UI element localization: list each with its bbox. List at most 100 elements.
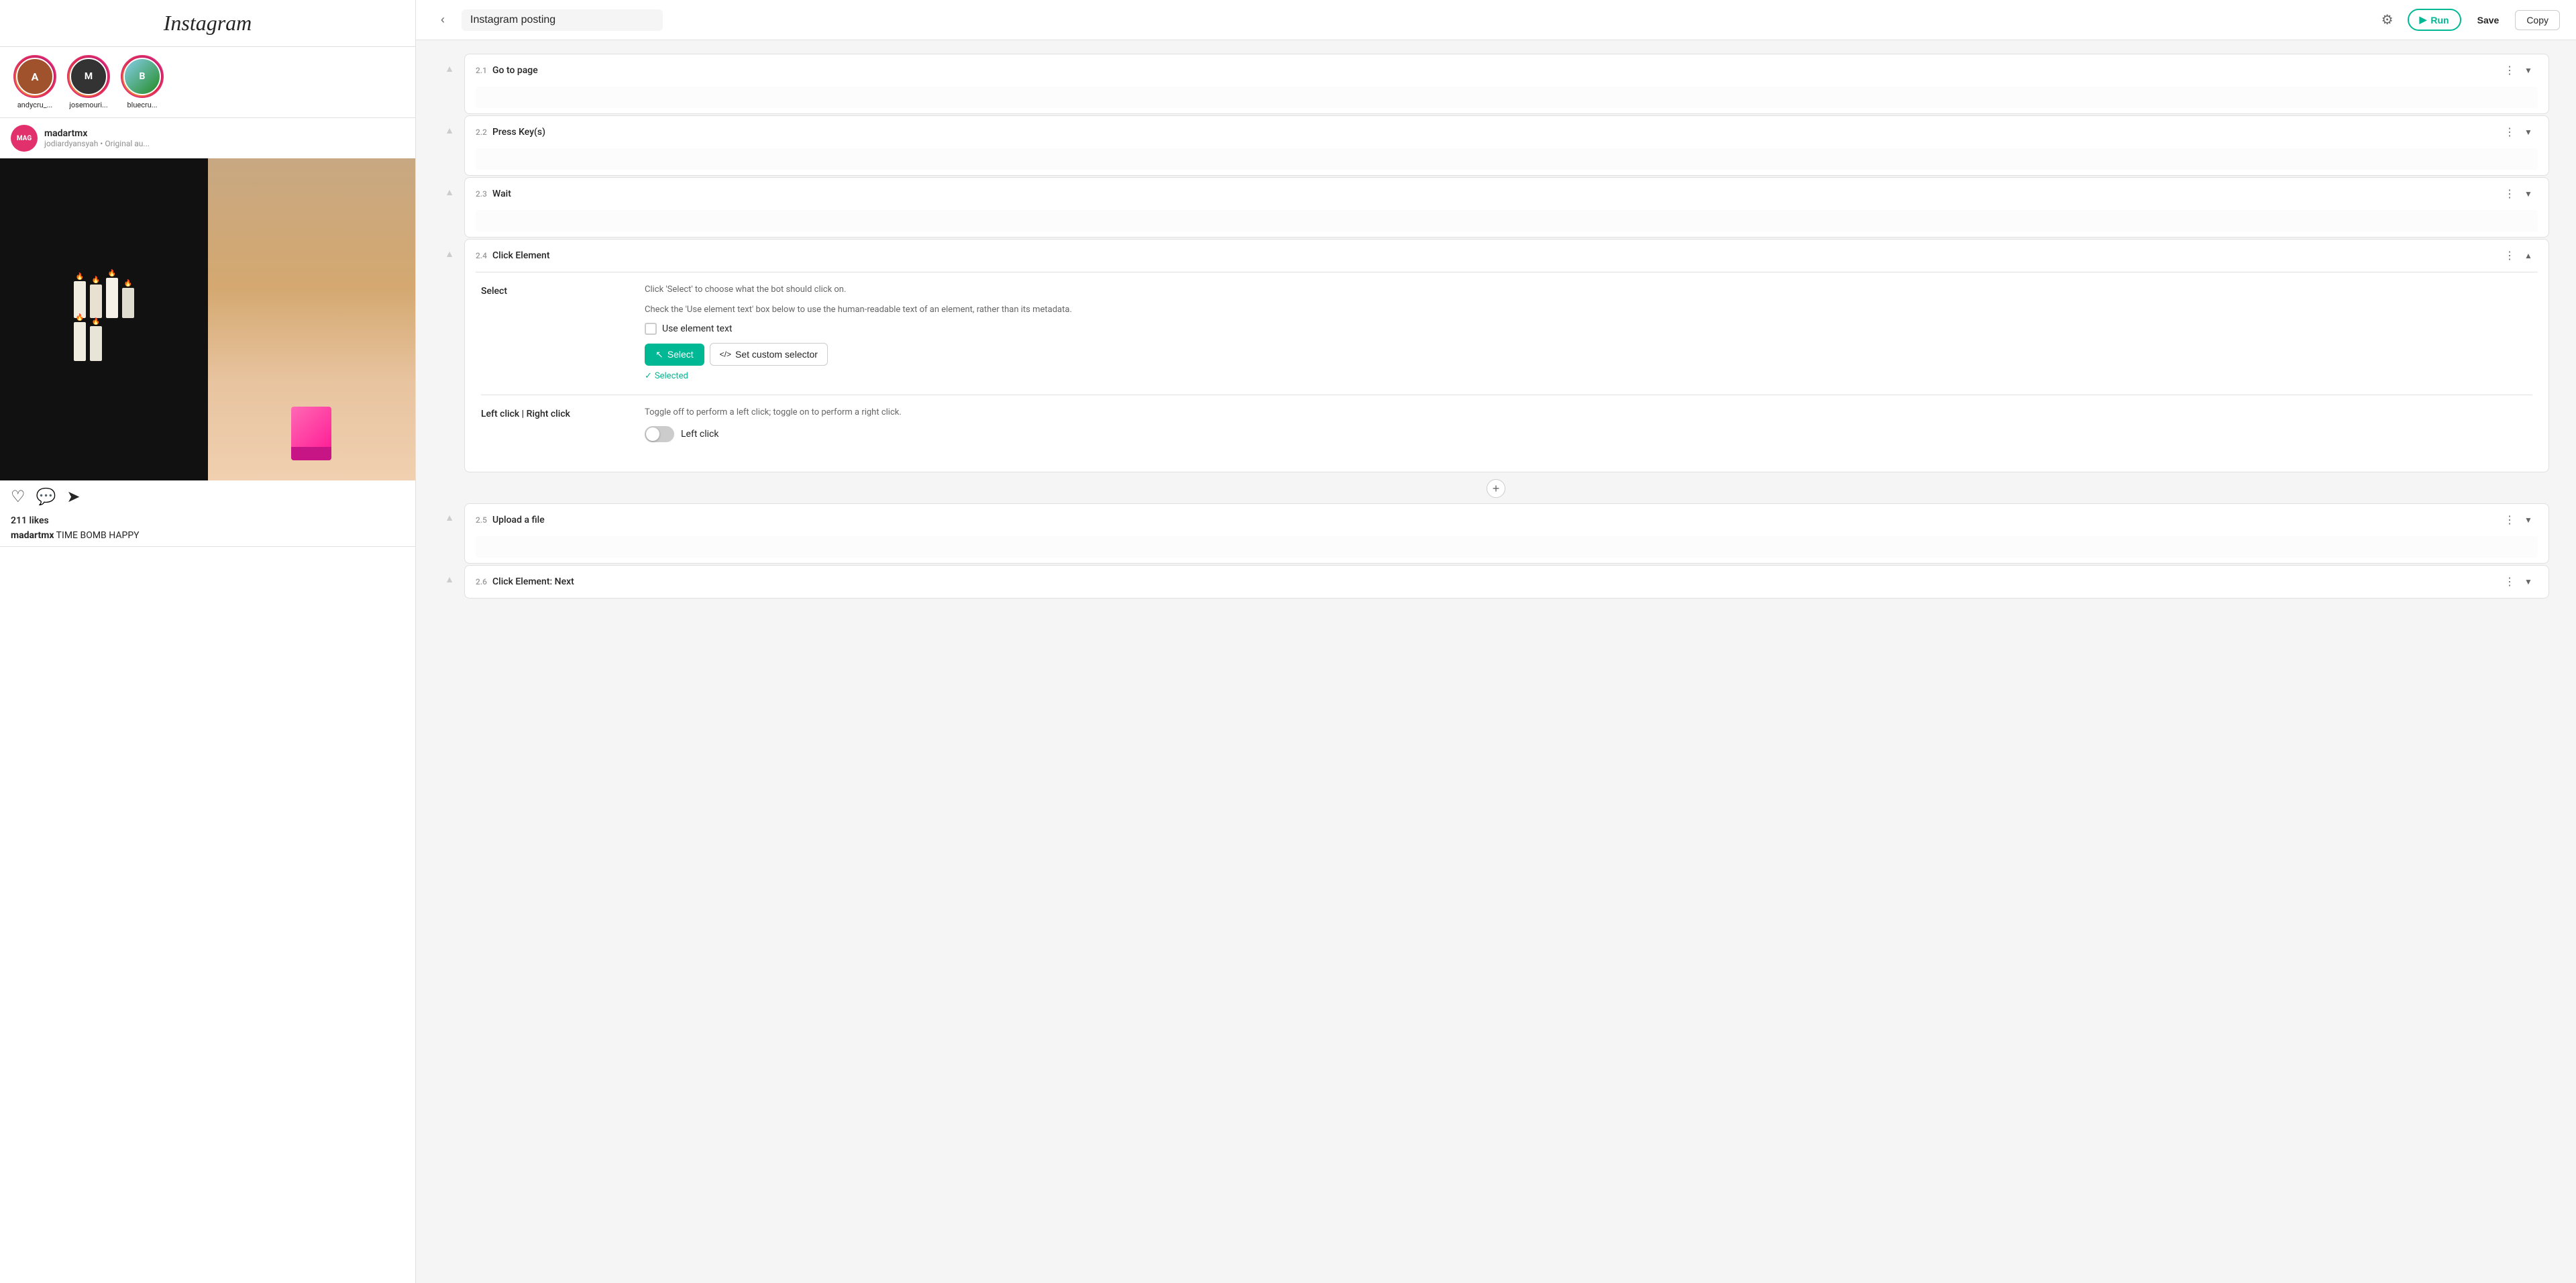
story-item[interactable]: B bluecru... <box>121 55 164 109</box>
story-avatar-ring: A <box>13 55 56 98</box>
story-username: bluecru... <box>127 101 158 109</box>
step-number: 2.3 <box>476 189 487 199</box>
select-description-1: Click 'Select' to choose what the bot sh… <box>645 283 2532 297</box>
step-expand-button[interactable]: ▼ <box>2519 185 2538 203</box>
post-actions: ♡ 💬 ➤ <box>0 480 415 513</box>
step-title: Wait <box>492 189 2500 199</box>
step-row: ▲ 2.2 Press Key(s) ⋮ ▼ <box>443 115 2549 176</box>
select-buttons-row: ↖ Select </> Set custom selector <box>645 343 2532 366</box>
instagram-logo: Instagram <box>13 11 402 36</box>
step-2-1-block: 2.1 Go to page ⋮ ▼ <box>464 54 2549 114</box>
run-icon: ▶ <box>2420 14 2427 25</box>
select-field-content: Click 'Select' to choose what the bot sh… <box>645 283 2532 381</box>
step-collapse-button[interactable]: ▲ <box>2519 246 2538 265</box>
step-collapsed-content <box>476 210 2538 232</box>
story-username: andycru_... <box>17 101 53 109</box>
step-more-button[interactable]: ⋮ <box>2500 185 2519 203</box>
step-2-3-header[interactable]: 2.3 Wait ⋮ ▼ <box>465 178 2548 210</box>
story-item[interactable]: M josemouri... <box>67 55 110 109</box>
settings-button[interactable]: ⚙ <box>2375 8 2400 32</box>
post-image: 🔥 🔥 🔥 🔥 🔥 🔥 <box>0 158 415 480</box>
top-bar: ‹ ⚙ ▶ Run Save Copy <box>416 0 2576 40</box>
select-description-2: Check the 'Use element text' box below t… <box>645 303 2532 317</box>
copy-button[interactable]: Copy <box>2515 10 2560 30</box>
step-number: 2.6 <box>476 577 487 586</box>
step-collapsed-content <box>476 87 2538 108</box>
post-header: MAG madartmx jodiardyansyah • Original a… <box>0 118 415 158</box>
step-expand-button[interactable]: ▼ <box>2519 572 2538 591</box>
step-reorder-up[interactable]: ▲ <box>443 507 456 529</box>
cursor-icon: ↖ <box>655 349 663 360</box>
post-caption: madartmx TIME BOMB HAPPY <box>0 529 415 546</box>
use-element-text-label: Use element text <box>662 323 732 334</box>
step-title: Click Element <box>492 250 2500 261</box>
story-avatar-ring: M <box>67 55 110 98</box>
add-step-row: + <box>443 474 2549 503</box>
step-row: ▲ 2.6 Click Element: Next ⋮ ▼ <box>443 565 2549 599</box>
step-2-3-block: 2.3 Wait ⋮ ▼ <box>464 177 2549 238</box>
step-number: 2.5 <box>476 515 487 525</box>
step-reorder-up[interactable]: ▲ <box>443 569 456 591</box>
step-2-4-header[interactable]: 2.4 Click Element ⋮ ▲ <box>465 240 2548 272</box>
step-2-6-container: ▲ 2.6 Click Element: Next ⋮ ▼ <box>443 565 2549 599</box>
selected-indicator: ✓ Selected <box>645 371 2532 381</box>
avatar: A <box>16 58 54 95</box>
like-icon[interactable]: ♡ <box>11 487 25 506</box>
toggle-knob <box>646 427 659 441</box>
step-2-5-header[interactable]: 2.5 Upload a file ⋮ ▼ <box>465 504 2548 536</box>
step-row: ▲ 2.1 Go to page ⋮ ▼ <box>443 54 2549 114</box>
step-more-button[interactable]: ⋮ <box>2500 61 2519 80</box>
click-type-content: Toggle off to perform a left click; togg… <box>645 406 2532 442</box>
step-row: ▲ 2.5 Upload a file ⋮ ▼ <box>443 503 2549 564</box>
step-title: Go to page <box>492 65 2500 76</box>
post-username: madartmx <box>44 128 405 139</box>
step-title: Upload a file <box>492 515 2500 525</box>
save-button[interactable]: Save <box>2469 11 2508 30</box>
step-title: Press Key(s) <box>492 127 2500 138</box>
back-button[interactable]: ‹ <box>432 9 453 31</box>
click-type-label: Left click | Right click <box>481 406 629 442</box>
step-reorder-up[interactable]: ▲ <box>443 243 456 264</box>
step-more-button[interactable]: ⋮ <box>2500 246 2519 265</box>
story-item[interactable]: A andycru_... <box>13 55 56 109</box>
step-2-4-container: ▲ 2.4 Click Element ⋮ ▲ Select <box>443 239 2549 472</box>
toggle-label: Left click <box>681 429 718 440</box>
set-custom-selector-button[interactable]: </> Set custom selector <box>710 343 828 366</box>
step-2-2-header[interactable]: 2.2 Press Key(s) ⋮ ▼ <box>465 116 2548 148</box>
step-reorder-up[interactable]: ▲ <box>443 58 456 79</box>
select-field-row: Select Click 'Select' to choose what the… <box>481 283 2532 381</box>
step-expand-button[interactable]: ▼ <box>2519 123 2538 142</box>
add-step-button[interactable]: + <box>1487 479 1505 498</box>
step-more-button[interactable]: ⋮ <box>2500 511 2519 529</box>
step-2-5-container: ▲ 2.5 Upload a file ⋮ ▼ <box>443 503 2549 564</box>
step-2-1-container: ▲ 2.1 Go to page ⋮ ▼ <box>443 54 2549 114</box>
step-expand-button[interactable]: ▼ <box>2519 61 2538 80</box>
run-label: Run <box>2430 15 2449 25</box>
step-expand-button[interactable]: ▼ <box>2519 511 2538 529</box>
use-element-text-checkbox[interactable] <box>645 323 657 335</box>
select-button-label: Select <box>667 349 694 360</box>
step-2-3-container: ▲ 2.3 Wait ⋮ ▼ <box>443 177 2549 238</box>
comment-icon[interactable]: 💬 <box>36 487 56 506</box>
step-2-6-header[interactable]: 2.6 Click Element: Next ⋮ ▼ <box>465 566 2548 598</box>
step-2-1-header[interactable]: 2.1 Go to page ⋮ ▼ <box>465 54 2548 87</box>
click-type-toggle[interactable] <box>645 426 674 442</box>
step-more-button[interactable]: ⋮ <box>2500 572 2519 591</box>
avatar: M <box>70 58 107 95</box>
main-content: ▲ 2.1 Go to page ⋮ ▼ ▲ 2.2 <box>416 40 2576 1283</box>
step-number: 2.4 <box>476 251 487 260</box>
select-element-button[interactable]: ↖ Select <box>645 344 704 366</box>
step-collapsed-content <box>476 148 2538 170</box>
avatar: B <box>123 58 161 95</box>
step-reorder-up[interactable]: ▲ <box>443 119 456 141</box>
left-panel: Instagram A andycru_... M josemouri... B <box>0 0 416 1283</box>
step-more-button[interactable]: ⋮ <box>2500 123 2519 142</box>
step-2-5-block: 2.5 Upload a file ⋮ ▼ <box>464 503 2549 564</box>
click-type-field-row: Left click | Right click Toggle off to p… <box>481 406 2532 442</box>
step-reorder-up[interactable]: ▲ <box>443 181 456 203</box>
stories-row: A andycru_... M josemouri... B bluecru..… <box>0 47 415 118</box>
share-icon[interactable]: ➤ <box>66 487 80 506</box>
run-button[interactable]: ▶ Run <box>2408 9 2461 31</box>
post-avatar: MAG <box>11 125 38 152</box>
workflow-title-input[interactable] <box>462 9 663 31</box>
